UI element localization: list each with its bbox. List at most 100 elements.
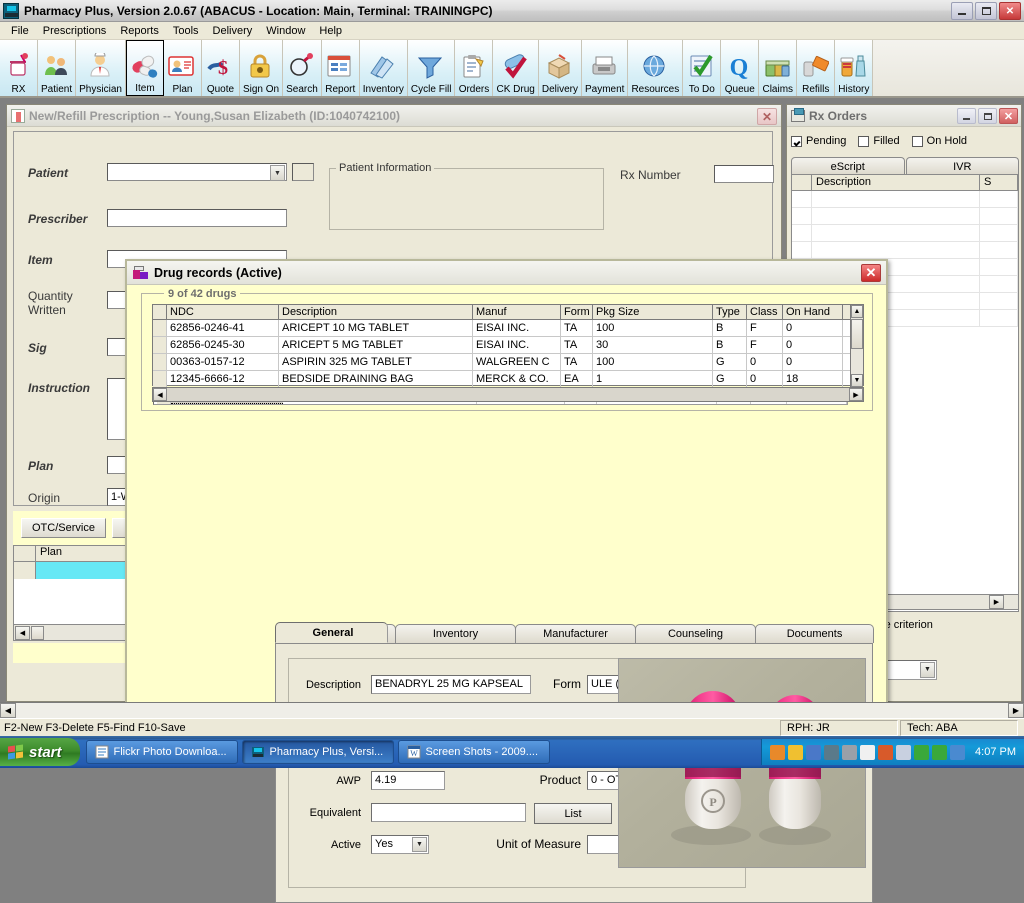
- minimize-button[interactable]: [951, 2, 973, 20]
- list-button[interactable]: List: [534, 803, 612, 824]
- shield-icon[interactable]: [788, 744, 804, 760]
- table-row[interactable]: 62856-0246-41 ARICEPT 10 MG TABLET EISAI I…: [153, 320, 863, 337]
- toolbar-button-claims[interactable]: Claims: [759, 40, 798, 96]
- taskbar-item-flickr-photo-downloa[interactable]: Flickr Photo Downloa...: [85, 740, 238, 764]
- toolbar-button-sign-on[interactable]: Sign On: [239, 40, 284, 96]
- scroll-left-icon[interactable]: ◀: [0, 703, 16, 718]
- rx-orders-minimize-button[interactable]: [957, 108, 976, 124]
- patient-input[interactable]: ▼: [107, 163, 287, 181]
- toolbar-button-to-do[interactable]: To Do: [683, 40, 722, 96]
- scroll-right-icon[interactable]: ▶: [1008, 703, 1024, 718]
- table-row[interactable]: 12345-6666-12 BEDSIDE DRAINING BAG MERCK &…: [153, 371, 863, 388]
- scroll-left-icon[interactable]: ◀: [15, 625, 30, 640]
- toolbar-button-patient[interactable]: Patient: [38, 40, 77, 96]
- chevron-down-icon[interactable]: ▼: [920, 662, 935, 678]
- mdi-hscrollbar[interactable]: ◀ ▶: [0, 702, 1024, 718]
- tab-counseling[interactable]: Counseling: [635, 624, 756, 643]
- updates-icon[interactable]: [878, 744, 894, 760]
- toolbar-button-cycle-fill[interactable]: Cycle Fill: [407, 40, 456, 96]
- java-icon[interactable]: [770, 744, 786, 760]
- toolbar-button-physician[interactable]: Physician: [76, 40, 126, 96]
- table-row[interactable]: 00363-0157-12 ASPIRIN 325 MG TABLET WALGRE…: [153, 354, 863, 371]
- toolbar-button-rx[interactable]: RX: [0, 40, 38, 96]
- toolbar-button-search[interactable]: Search: [283, 40, 322, 96]
- clover2-icon[interactable]: [932, 744, 948, 760]
- menu-prescriptions[interactable]: Prescriptions: [36, 24, 114, 38]
- awp-input[interactable]: 4.19: [371, 771, 445, 790]
- patient-lookup-button[interactable]: [292, 163, 314, 181]
- network-icon[interactable]: [806, 744, 822, 760]
- tab-general[interactable]: General: [275, 622, 388, 643]
- clover-icon[interactable]: [914, 744, 930, 760]
- tab-escript[interactable]: eScript: [791, 157, 905, 175]
- scroll-left-icon[interactable]: ◀: [153, 388, 167, 401]
- taskbar-item-pharmacy-plus-versi[interactable]: Pharmacy Plus, Versi...: [241, 740, 394, 764]
- vscroll-thumb[interactable]: [851, 319, 863, 349]
- start-button[interactable]: start: [0, 738, 80, 766]
- active-select[interactable]: Yes ▼: [371, 835, 429, 854]
- table-row[interactable]: 62856-0245-30 ARICEPT 5 MG TABLET EISAI IN…: [153, 337, 863, 354]
- menu-delivery[interactable]: Delivery: [206, 24, 260, 38]
- pending-checkbox[interactable]: [791, 135, 802, 147]
- disc-icon[interactable]: [842, 744, 858, 760]
- toolbar-button-delivery[interactable]: Delivery: [538, 40, 582, 96]
- equivalent-input[interactable]: [371, 803, 526, 822]
- toolbar-button-report[interactable]: Report: [321, 40, 360, 96]
- refills-icon: [801, 53, 831, 83]
- chevron-down-icon[interactable]: ▼: [270, 165, 285, 181]
- toolbar-button-item[interactable]: Item: [125, 40, 164, 96]
- drug-dialog-close-button[interactable]: ✕: [861, 264, 881, 282]
- v2-icon[interactable]: [860, 744, 876, 760]
- menu-reports[interactable]: Reports: [113, 24, 166, 38]
- description-input[interactable]: BENADRYL 25 MG KAPSEAL: [371, 675, 531, 694]
- scroll-up-icon[interactable]: ▲: [851, 305, 863, 318]
- media-icon[interactable]: [824, 744, 840, 760]
- toolbar-button-orders[interactable]: Orders: [455, 40, 494, 96]
- rx-orders-title: Rx Orders: [809, 108, 868, 123]
- toolbar-button-plan[interactable]: Plan: [163, 40, 202, 96]
- toolbar-button-queue[interactable]: Q Queue: [721, 40, 760, 96]
- tab-documents[interactable]: Documents: [755, 624, 875, 643]
- prescriber-input[interactable]: [107, 209, 287, 227]
- tools-icon[interactable]: [896, 744, 912, 760]
- otc-service-button[interactable]: OTC/Service: [21, 518, 106, 538]
- drug-grid-hscrollbar[interactable]: ◀ ▶: [152, 387, 864, 402]
- orders-row[interactable]: [792, 242, 1018, 259]
- tab-ivr[interactable]: IVR: [905, 157, 1019, 175]
- monitor-icon[interactable]: [950, 744, 966, 760]
- rx-orders-maximize-button[interactable]: [978, 108, 997, 124]
- scroll-right-icon[interactable]: ▶: [989, 595, 1004, 609]
- chevron-down-icon[interactable]: ▼: [412, 837, 427, 852]
- hscroll-track[interactable]: [16, 703, 1008, 718]
- menu-window[interactable]: Window: [259, 24, 312, 38]
- toolbar-button-payment[interactable]: Payment: [581, 40, 629, 96]
- toolbar-button-resources[interactable]: Resources: [628, 40, 684, 96]
- scroll-right-icon[interactable]: ▶: [849, 388, 863, 401]
- menu-file[interactable]: File: [4, 24, 36, 38]
- rx-orders-close-button[interactable]: ✕: [999, 108, 1018, 124]
- orders-row[interactable]: [792, 208, 1018, 225]
- toolbar-button-history[interactable]: History: [835, 40, 874, 96]
- toolbar-button-refills[interactable]: Refills: [797, 40, 836, 96]
- on-hold-checkbox[interactable]: [911, 135, 923, 147]
- menu-tools[interactable]: Tools: [166, 24, 206, 38]
- cell-class: 0: [747, 371, 783, 387]
- rx-window-close-button[interactable]: ✕: [757, 108, 777, 125]
- rx-number-input[interactable]: [714, 165, 774, 183]
- drug-grid-vscrollbar[interactable]: ▲ ▼: [850, 305, 863, 387]
- orders-row[interactable]: [792, 191, 1018, 208]
- taskbar-item-screen-shots-2009[interactable]: W Screen Shots - 2009....: [397, 740, 550, 764]
- toolbar-button-ck-drug[interactable]: CK Drug: [493, 40, 539, 96]
- orders-row[interactable]: [792, 225, 1018, 242]
- menu-help[interactable]: Help: [312, 24, 349, 38]
- close-button[interactable]: ✕: [999, 2, 1021, 20]
- scroll-down-icon[interactable]: ▼: [851, 374, 863, 387]
- tab-manufacturer[interactable]: Manufacturer: [515, 624, 636, 643]
- toolbar-button-quote[interactable]: $ Quote: [201, 40, 240, 96]
- maximize-button[interactable]: [975, 2, 997, 20]
- hscroll-thumb[interactable]: [31, 625, 44, 640]
- tab-inventory[interactable]: Inventory: [395, 624, 516, 643]
- filled-checkbox[interactable]: [858, 135, 870, 147]
- toolbar-button-label: Resources: [631, 84, 680, 95]
- toolbar-button-inventory[interactable]: Inventory: [359, 40, 408, 96]
